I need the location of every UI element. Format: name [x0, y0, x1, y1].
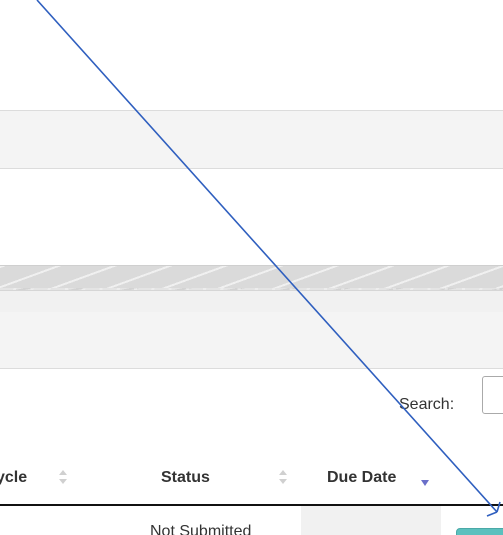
column-header-status[interactable]: Status: [161, 469, 210, 487]
column-header-cycle[interactable]: ycle: [0, 469, 27, 487]
sort-both-icon[interactable]: [278, 468, 288, 486]
status-cell: Not Submitted: [150, 523, 252, 535]
sort-down-icon[interactable]: [420, 474, 430, 492]
search-input[interactable]: [482, 376, 503, 414]
column-header-due-date[interactable]: Due Date: [327, 469, 396, 487]
search-label: Search:: [399, 396, 455, 413]
due-date-cell: [301, 506, 441, 535]
textured-strip-lower: [0, 290, 503, 314]
sort-both-icon[interactable]: [58, 468, 68, 486]
header-band: [0, 110, 503, 169]
section-band: [0, 312, 503, 369]
textured-divider: [0, 265, 503, 314]
page-viewport: Search: ycle Status Due Date Not Submitt…: [0, 0, 503, 535]
row-action-button[interactable]: [456, 528, 503, 535]
textured-strip: [0, 266, 503, 288]
